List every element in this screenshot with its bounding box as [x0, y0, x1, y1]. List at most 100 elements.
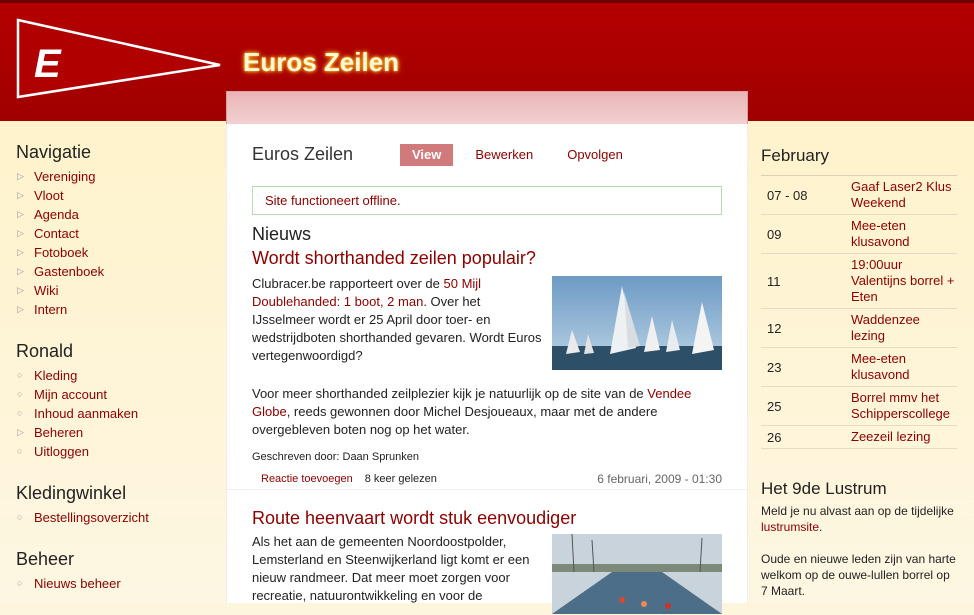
circle-bullet-icon: ○ [17, 512, 23, 522]
section-title: Nieuws [252, 224, 312, 244]
lustrum-text: . [819, 520, 823, 534]
menu-ronald: Ronald ○ Kleding ○ Mijn account ○ Inhoud aa… [16, 341, 216, 461]
nav-link[interactable]: Agenda [34, 207, 79, 222]
event-date: 07 - 08 [767, 187, 808, 203]
menu-kledingwinkel: Kledingwinkel ○ Bestellingsoverzicht [16, 483, 216, 527]
event-date: 12 [767, 320, 782, 336]
nav-item-vereniging[interactable]: ▷ Vereniging [16, 167, 216, 186]
article-paragraph: Als het aan de gemeenten Noordoostpolder… [252, 534, 530, 603]
nav-link[interactable]: Vereniging [34, 169, 95, 184]
user-link[interactable]: Beheren [34, 425, 83, 440]
circle-bullet-icon: ○ [17, 389, 23, 399]
logo-letter: E [34, 42, 62, 86]
calendar-row: 12 Waddenzee lezing [761, 309, 957, 348]
calendar-row: 25 Borrel mmv het Schipperscollege [761, 387, 957, 426]
event-link[interactable]: Gaaf Laser2 Klus Weekend [851, 176, 957, 214]
nav-item-vloot[interactable]: ▷ Vloot [16, 186, 216, 205]
user-item-mijn-account[interactable]: ○ Mijn account [16, 385, 216, 404]
page-title: Euros Zeilen [252, 144, 354, 164]
nav-link[interactable]: Intern [34, 302, 67, 317]
article-title[interactable]: Wordt shorthanded zeilen populair? [252, 248, 722, 269]
user-link[interactable]: Inhoud aanmaken [34, 406, 138, 421]
circle-bullet-icon: ○ [17, 408, 23, 418]
nav-link[interactable]: Gastenboek [34, 264, 104, 279]
circle-bullet-icon: ○ [17, 446, 23, 456]
tab-view[interactable]: View [400, 144, 454, 166]
shop-link[interactable]: Bestellingsoverzicht [34, 510, 149, 525]
calendar-row: 07 - 08 Gaaf Laser2 Klus Weekend [761, 176, 957, 215]
nav-link[interactable]: Wiki [34, 283, 59, 298]
comment-link[interactable]: Reactie toevoegen [261, 473, 353, 485]
page-tabs: View Bewerken Opvolgen [400, 144, 645, 166]
nav-link[interactable]: Vloot [34, 188, 64, 203]
article-date: 6 februari, 2009 - 01:30 [597, 472, 722, 486]
calendar-row: 26 Zeezeil lezing [761, 426, 957, 449]
lustrum-paragraph: Meld je nu alvast aan op de tijdelijke l… [761, 503, 957, 535]
article-paragraph: Voor meer shorthanded zeilplezier kijk j… [252, 385, 722, 439]
nav-item-fotoboek[interactable]: ▷ Fotoboek [16, 243, 216, 262]
pennant-logo-icon[interactable]: E [14, 17, 224, 101]
event-link[interactable]: Mee-eten klusavond [851, 348, 957, 386]
user-item-kleding[interactable]: ○ Kleding [16, 366, 216, 385]
event-link[interactable]: 19:00uur Valentijns borrel + Eten [851, 254, 957, 308]
event-link[interactable]: Mee-eten klusavond [851, 215, 957, 253]
user-link[interactable]: Kleding [34, 368, 77, 383]
admin-item-nieuws-beheer[interactable]: ○ Nieuws beheer [16, 574, 216, 593]
menu-beheer: Beheer ○ Nieuws beheer [16, 549, 216, 593]
lustrum-heading: Het 9de Lustrum [761, 479, 887, 498]
calendar-row: 09 Mee-eten klusavond [761, 215, 957, 254]
event-date: 25 [767, 398, 782, 414]
lustrum-text: Meld je nu alvast aan op de tijdelijke [761, 504, 954, 518]
article-paragraph: Clubracer.be rapporteert over de 50 Mijl… [252, 275, 542, 365]
nav-item-gastenboek[interactable]: ▷ Gastenboek [16, 262, 216, 281]
news-article: Route heenvaart wordt stuk eenvoudiger A… [252, 508, 722, 614]
tab-bewerken[interactable]: Bewerken [463, 144, 545, 166]
user-item-beheren[interactable]: ▷ Beheren [16, 423, 216, 442]
circle-bullet-icon: ○ [17, 370, 23, 380]
event-link[interactable]: Zeezeil lezing [851, 426, 957, 448]
article-author: Geschreven door: Daan Sprunken [252, 451, 722, 463]
nav-link[interactable]: Contact [34, 226, 79, 241]
nav-item-contact[interactable]: ▷ Contact [16, 224, 216, 243]
author-label: Geschreven door: [252, 451, 340, 463]
lustrum-paragraph: Oude en nieuwe leden zijn van harte welk… [761, 552, 956, 598]
calendar-table: 07 - 08 Gaaf Laser2 Klus Weekend 09 Mee-et… [761, 175, 957, 449]
menu-navigatie: Navigatie ▷ Vereniging ▷ Vloot ▷ Agenda ▷ Co… [16, 142, 216, 319]
nav-item-intern[interactable]: ▷ Intern [16, 300, 216, 319]
article-text: Clubracer.be rapporteert over de [252, 276, 444, 291]
shop-item-bestellingsoverzicht[interactable]: ○ Bestellingsoverzicht [16, 508, 216, 527]
triangle-bullet-icon: ▷ [17, 190, 24, 200]
author-name: Daan Sprunken [342, 451, 419, 463]
lustrum-link[interactable]: lustrumsite [761, 520, 819, 534]
article-text: Voor meer shorthanded zeilplezier kijk j… [252, 386, 648, 401]
user-link[interactable]: Mijn account [34, 387, 107, 402]
menu-heading: Beheer [16, 549, 75, 569]
calendar-row: 11 19:00uur Valentijns borrel + Eten [761, 254, 957, 309]
event-date: 26 [767, 429, 782, 445]
article-text: , reeds gewonnen door Michel Desjoueaux,… [252, 404, 658, 437]
admin-link[interactable]: Nieuws beheer [34, 576, 121, 591]
event-link[interactable]: Borrel mmv het Schipperscollege [851, 387, 957, 425]
status-message: Site functioneert offline. [252, 186, 722, 215]
circle-bullet-icon: ○ [17, 578, 23, 588]
article-title[interactable]: Route heenvaart wordt stuk eenvoudiger [252, 508, 722, 529]
left-sidebar: Navigatie ▷ Vereniging ▷ Vloot ▷ Agenda ▷ Co… [16, 142, 216, 615]
menu-heading: Navigatie [16, 142, 92, 162]
main-content: Euros Zeilen View Bewerken Opvolgen Site… [226, 124, 748, 614]
calendar-row: 23 Mee-eten klusavond [761, 348, 957, 387]
right-sidebar: February 07 - 08 Gaaf Laser2 Klus Weekend… [761, 146, 957, 599]
event-link[interactable]: Waddenzee lezing [851, 309, 957, 347]
user-item-uitloggen[interactable]: ○ Uitloggen [16, 442, 216, 461]
user-item-inhoud-aanmaken[interactable]: ○ Inhoud aanmaken [16, 404, 216, 423]
triangle-bullet-icon: ▷ [17, 285, 24, 295]
news-article: Wordt shorthanded zeilen populair? Clubr… [252, 248, 722, 486]
nav-link[interactable]: Fotoboek [34, 245, 88, 260]
user-link[interactable]: Uitloggen [34, 444, 89, 459]
tab-opvolgen[interactable]: Opvolgen [555, 144, 635, 166]
triangle-bullet-icon: ▷ [17, 427, 24, 437]
event-date: 23 [767, 359, 782, 375]
triangle-bullet-icon: ▷ [17, 209, 24, 219]
nav-item-agenda[interactable]: ▷ Agenda [16, 205, 216, 224]
site-title[interactable]: Euros Zeilen [243, 47, 399, 78]
nav-item-wiki[interactable]: ▷ Wiki [16, 281, 216, 300]
